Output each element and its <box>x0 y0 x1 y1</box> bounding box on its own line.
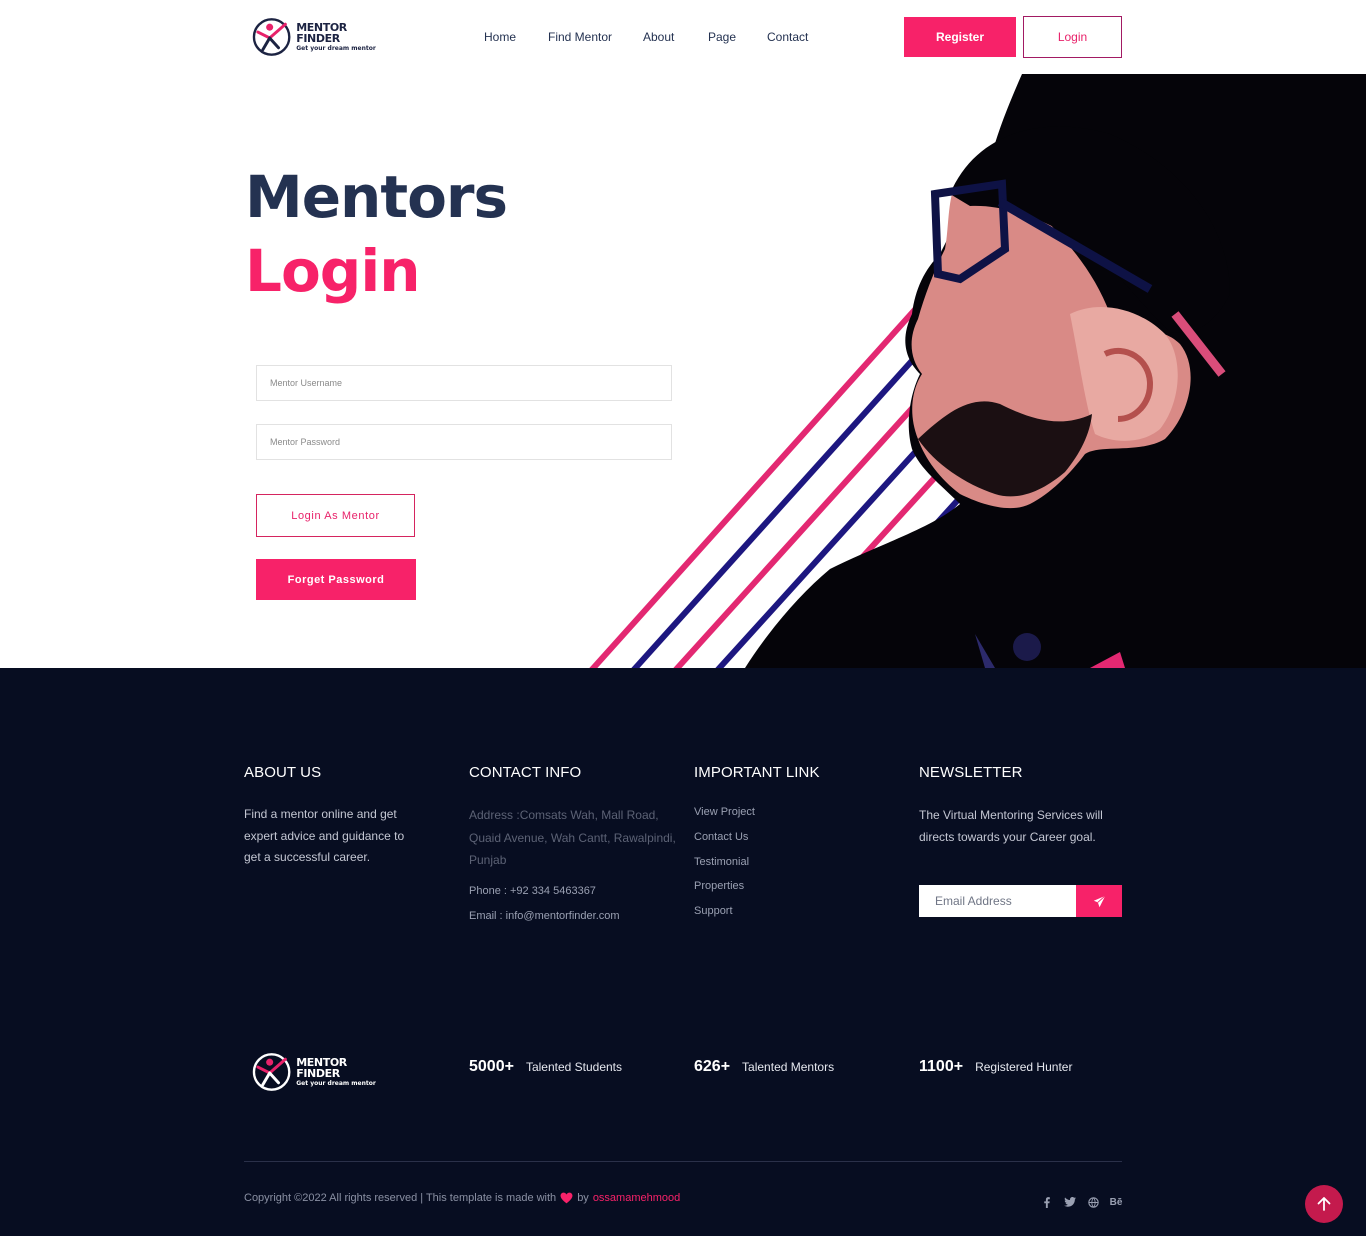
copyright-prefix: Copyright ©2022 All rights reserved | Th… <box>244 1192 557 1204</box>
stat-number: 1100+ <box>919 1058 964 1075</box>
nav-contact[interactable]: Contact <box>767 30 808 44</box>
login-as-mentor-button[interactable]: Login As Mentor <box>256 494 415 537</box>
mentor-logo-icon <box>252 18 291 56</box>
contact-email[interactable]: Email : info@mentorfinder.com <box>469 910 620 922</box>
contact-phone[interactable]: Phone : +92 334 5463367 <box>469 885 596 897</box>
page-title-mentors: Mentors <box>245 163 508 231</box>
footer-brand-logo[interactable]: MENTOR FINDER Get your dream mentor <box>252 1051 392 1093</box>
arrow-up-icon <box>1317 1197 1331 1211</box>
link-properties[interactable]: Properties <box>694 880 744 892</box>
hero-portrait-image <box>589 74 1366 668</box>
important-link-heading: IMPORTANT LINK <box>694 764 820 781</box>
about-us-text: Find a mentor online and get expert advi… <box>244 807 405 864</box>
twitter-icon[interactable] <box>1063 1195 1077 1209</box>
contact-info-heading: CONTACT INFO <box>469 764 582 781</box>
stat-label: Talented Students <box>525 1060 623 1074</box>
forget-password-button[interactable]: Forget Password <box>256 559 416 600</box>
about-us-heading: ABOUT US <box>244 764 322 781</box>
brand-tagline: Get your dream mentor <box>296 45 376 52</box>
newsletter-submit-button[interactable] <box>1076 885 1122 917</box>
globe-icon[interactable] <box>1086 1195 1100 1209</box>
social-links: Bē <box>1040 1195 1132 1209</box>
heart-icon <box>560 1192 573 1204</box>
mentor-username-input[interactable] <box>256 365 672 401</box>
nav-about[interactable]: About <box>643 30 674 44</box>
footer-divider <box>244 1161 1122 1162</box>
brand-name: MENTOR FINDER <box>296 21 347 45</box>
paper-plane-icon <box>1093 894 1106 907</box>
link-view-project[interactable]: View Project <box>694 806 755 818</box>
mentor-logo-icon <box>252 1053 291 1091</box>
site-footer: ABOUT US Find a mentor online and get ex… <box>0 668 1366 1236</box>
brand-name: MENTOR FINDER <box>296 1056 347 1080</box>
link-contact-us[interactable]: Contact Us <box>694 831 748 843</box>
link-testimonial[interactable]: Testimonial <box>694 856 749 868</box>
brand-tagline: Get your dream mentor <box>296 1080 376 1087</box>
facebook-icon[interactable] <box>1040 1195 1054 1209</box>
stat-number: 5000+ <box>469 1058 514 1075</box>
brand-logo[interactable]: MENTOR FINDER Get your dream mentor <box>252 16 392 58</box>
stat-number: 626+ <box>694 1058 731 1075</box>
copyright-by: by <box>577 1192 589 1204</box>
newsletter-heading: NEWSLETTER <box>919 764 1023 781</box>
stat-label: Talented Mentors <box>742 1060 835 1074</box>
stat-students: 5000+ Talented Students <box>469 1058 622 1076</box>
stat-mentors: 626+ Talented Mentors <box>694 1058 834 1076</box>
register-button[interactable]: Register <box>904 17 1016 57</box>
author-link[interactable]: ossamamehmood <box>593 1192 680 1204</box>
hero-section: Mentors Login Login As Mentor Forget Pas… <box>0 74 1366 668</box>
contact-address: Address :Comsats Wah, Mall Road, Quaid A… <box>469 808 676 867</box>
page-title-login: Login <box>245 237 420 305</box>
copyright-text: Copyright ©2022 All rights reserved | Th… <box>244 1192 680 1204</box>
scroll-to-top-button[interactable] <box>1305 1185 1343 1223</box>
link-support[interactable]: Support <box>694 905 733 917</box>
newsletter-email-input[interactable] <box>919 885 1077 917</box>
site-header: MENTOR FINDER Get your dream mentor Home… <box>0 0 1366 74</box>
nav-find-mentor[interactable]: Find Mentor <box>548 30 612 44</box>
newsletter-text: The Virtual Mentoring Services will dire… <box>919 808 1103 844</box>
mentor-password-input[interactable] <box>256 424 672 460</box>
stat-label: Registered Hunter <box>975 1060 1073 1074</box>
login-button[interactable]: Login <box>1023 16 1122 58</box>
nav-page[interactable]: Page <box>708 30 736 44</box>
stat-hunters: 1100+ Registered Hunter <box>919 1058 1072 1076</box>
nav-home[interactable]: Home <box>484 30 516 44</box>
behance-icon[interactable]: Bē <box>1109 1195 1123 1209</box>
